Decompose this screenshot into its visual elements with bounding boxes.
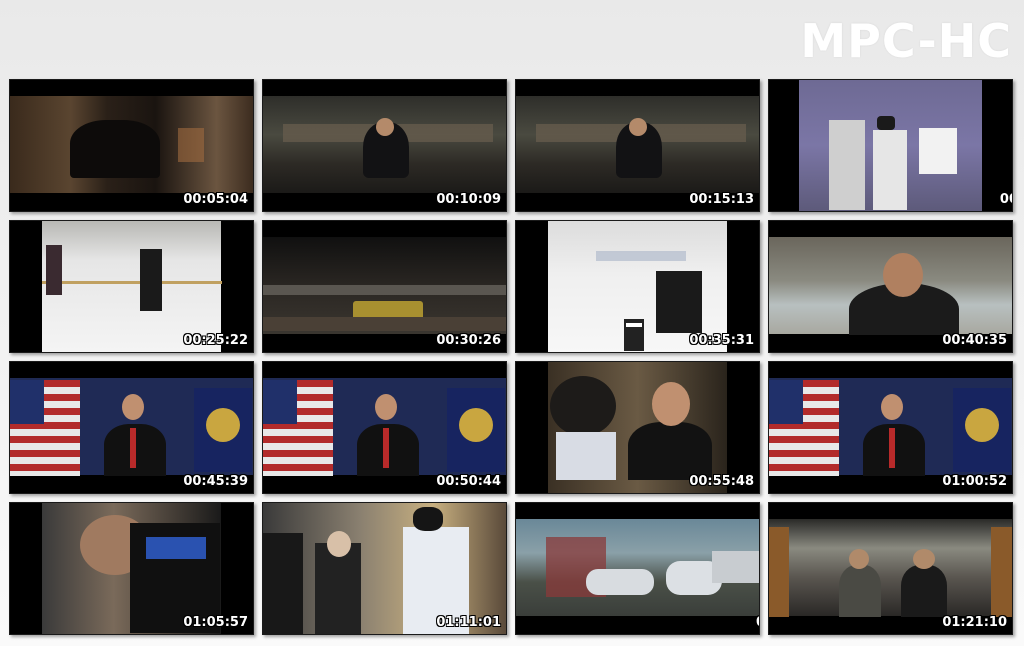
thumbnail-12[interactable]: 01:00:52: [768, 361, 1013, 494]
thumbnail-timestamp: 00:50:44: [436, 474, 501, 489]
thumbnail-timestamp: 00:45:39: [183, 474, 248, 489]
thumbnail-timestamp: 00:25:22: [183, 333, 248, 348]
thumbnail-8[interactable]: 00:40:35: [768, 220, 1013, 353]
thumbnail-timestamp: 00:10:09: [436, 192, 501, 207]
thumbnail-timestamp: 01:11:01: [436, 615, 501, 630]
thumbnail-timestamp: 00: [999, 192, 1012, 207]
thumbnail-11[interactable]: 00:55:48: [515, 361, 760, 494]
thumbnail-4[interactable]: 00: [768, 79, 1013, 212]
thumbnail-timestamp: 00:15:13: [689, 192, 754, 207]
thumbnail-timestamp: 00:05:04: [183, 192, 248, 207]
thumbnail-14[interactable]: 01:11:01: [262, 502, 507, 635]
thumbnail-timestamp: 00:30:26: [436, 333, 501, 348]
thumbnail-7[interactable]: 00:35:31: [515, 220, 760, 353]
thumbnail-timestamp: 0: [756, 615, 759, 630]
thumbnail-timestamp: 01:05:57: [183, 615, 248, 630]
thumbnail-3[interactable]: 00:15:13: [515, 79, 760, 212]
thumbnail-13[interactable]: 01:05:57: [9, 502, 254, 635]
thumbnail-timestamp: 01:21:10: [942, 615, 1007, 630]
thumbnail-2[interactable]: 00:10:09: [262, 79, 507, 212]
thumbnail-timestamp: 00:40:35: [942, 333, 1007, 348]
thumbnail-10[interactable]: 00:50:44: [262, 361, 507, 494]
thumbnail-5[interactable]: 00:25:22: [9, 220, 254, 353]
thumbnail-9[interactable]: 00:45:39: [9, 361, 254, 494]
thumbnail-16[interactable]: 01:21:10: [768, 502, 1013, 635]
thumbnail-timestamp: 00:35:31: [689, 333, 754, 348]
thumbnail-1[interactable]: 00:05:04: [9, 79, 254, 212]
thumbnail-timestamp: 01:00:52: [942, 474, 1007, 489]
app-title: MPC-HC: [800, 14, 1012, 68]
thumbnail-15[interactable]: 0: [515, 502, 760, 635]
thumbnail-timestamp: 00:55:48: [689, 474, 754, 489]
thumbnail-6[interactable]: 00:30:26: [262, 220, 507, 353]
